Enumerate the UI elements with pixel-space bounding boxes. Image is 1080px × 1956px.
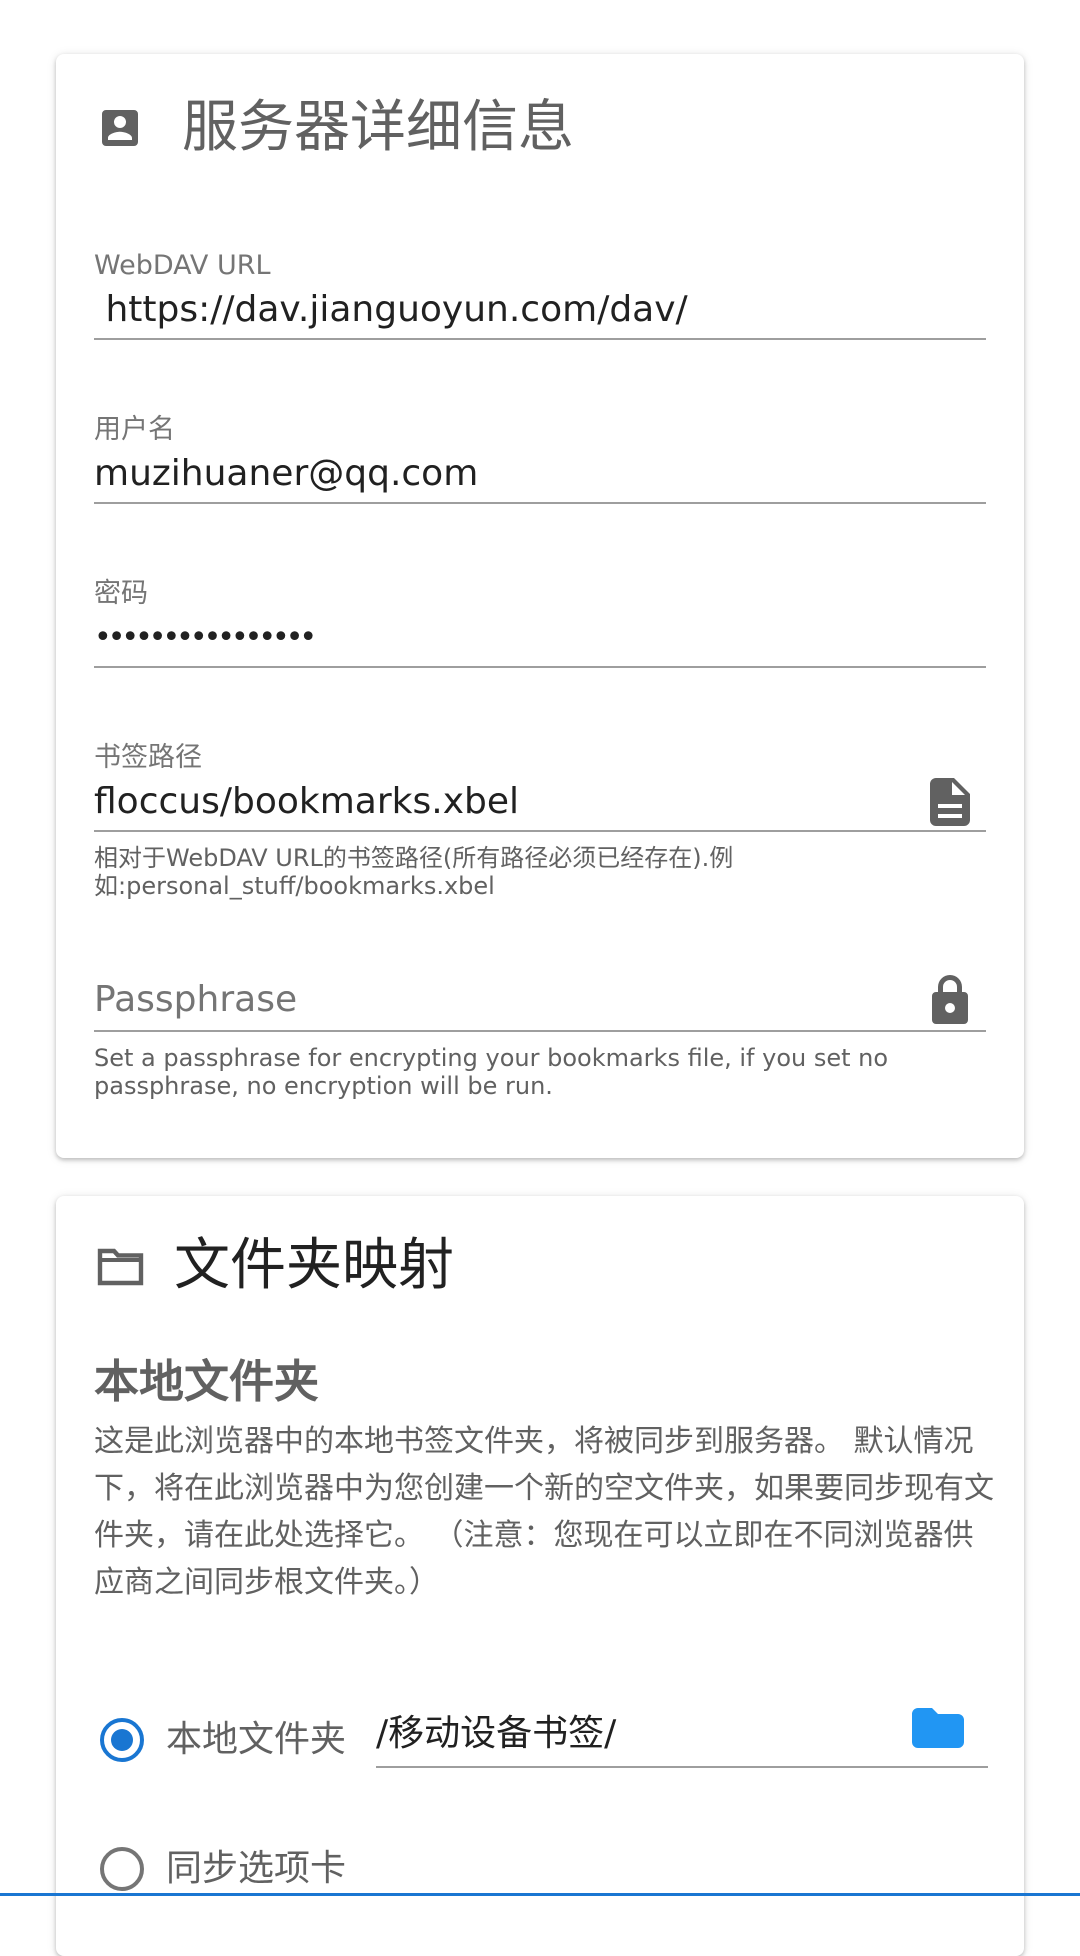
webdav-url-value: https://dav.jianguoyun.com/dav/ [94, 289, 688, 330]
local-folder-value: /移动设备书签/ [376, 1713, 617, 1754]
folder-mapping-card: 文件夹映射 本地文件夹 这是此浏览器中的本地书签文件夹，将被同步到服务器。 默认… [56, 1196, 1024, 1956]
username-input[interactable]: muzihuaner@qq.com [94, 446, 986, 504]
radio-sync-tabs-row[interactable]: 同步选项卡 [94, 1847, 346, 1891]
username-value: muzihuaner@qq.com [94, 453, 479, 494]
passphrase-field[interactable]: Passphrase Set a passphrase for encrypti… [94, 970, 986, 1100]
bookmark-path-input[interactable]: floccus/bookmarks.xbel [94, 774, 986, 832]
bookmark-path-field[interactable]: 书签路径 floccus/bookmarks.xbel 相对于WebDAV UR… [94, 742, 986, 900]
folder-outline-icon [96, 1246, 146, 1286]
folder-icon[interactable] [912, 1708, 964, 1752]
account-box-icon [96, 104, 144, 152]
folder-mapping-header: 文件夹映射 [96, 1234, 454, 1298]
radio-sync-tabs-label: 同步选项卡 [166, 1848, 347, 1889]
password-field[interactable]: 密码 •••••••••••••••• [94, 578, 986, 668]
local-folder-input[interactable]: /移动设备书签/ [376, 1702, 988, 1768]
lock-icon[interactable] [928, 974, 972, 1026]
local-folder-value-row[interactable]: /移动设备书签/ [376, 1702, 988, 1768]
password-input[interactable]: •••••••••••••••• [94, 610, 986, 668]
webdav-url-label: WebDAV URL [94, 250, 271, 281]
server-details-header: 服务器详细信息 [96, 96, 574, 160]
file-document-icon[interactable] [928, 776, 972, 828]
radio-local-folder-row[interactable]: 本地文件夹 [94, 1718, 346, 1762]
webdav-url-input[interactable]: https://dav.jianguoyun.com/dav/ [94, 282, 986, 340]
radio-selected-dot [111, 1729, 133, 1751]
username-field[interactable]: 用户名 muzihuaner@qq.com [94, 414, 986, 504]
passphrase-placeholder: Passphrase [94, 979, 298, 1020]
password-label: 密码 [94, 578, 148, 609]
username-label: 用户名 [94, 414, 175, 445]
webdav-url-field[interactable]: WebDAV URL https://dav.jianguoyun.com/da… [94, 250, 986, 340]
passphrase-input[interactable]: Passphrase [94, 970, 986, 1032]
local-folder-description: 这是此浏览器中的本地书签文件夹，将被同步到服务器。 默认情况下，将在此浏览器中为… [94, 1424, 994, 1600]
radio-local-folder[interactable] [100, 1718, 144, 1762]
radio-local-folder-label: 本地文件夹 [166, 1719, 347, 1760]
radio-sync-tabs[interactable] [100, 1847, 144, 1891]
server-details-title: 服务器详细信息 [182, 95, 574, 160]
server-details-card: 服务器详细信息 WebDAV URL https://dav.jianguoyu… [56, 54, 1024, 1158]
local-folder-heading: 本地文件夹 [94, 1355, 320, 1408]
folder-mapping-title: 文件夹映射 [174, 1233, 454, 1298]
passphrase-hint: Set a passphrase for encrypting your boo… [94, 1044, 889, 1100]
bookmark-path-hint: 相对于WebDAV URL的书签路径(所有路径必须已经存在).例如:person… [94, 844, 734, 900]
bookmark-path-value: floccus/bookmarks.xbel [94, 781, 520, 822]
bookmark-path-label: 书签路径 [94, 742, 202, 773]
password-value: •••••••••••••••• [94, 620, 317, 655]
